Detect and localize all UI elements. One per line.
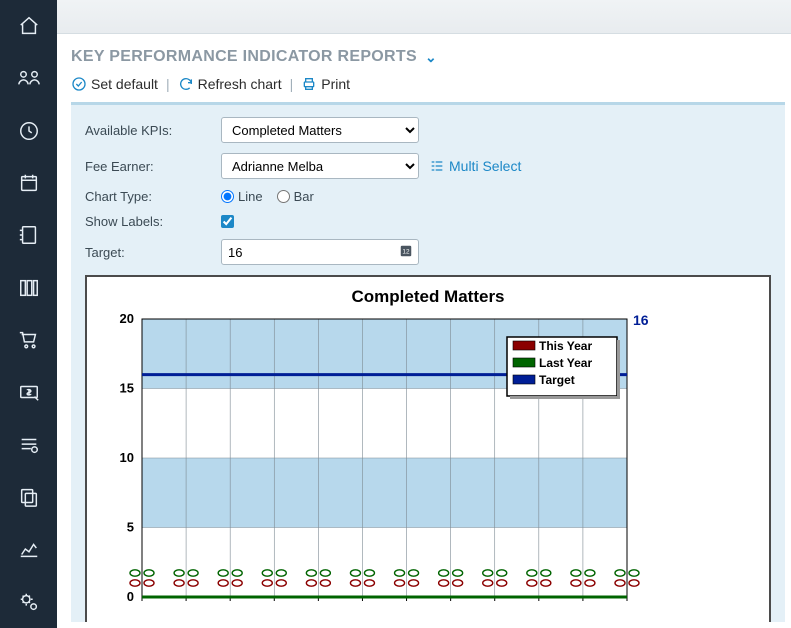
row-available-kpis: Available KPIs: Completed Matters	[85, 117, 771, 143]
page-header: KEY PERFORMANCE INDICATOR REPORTS ⌄	[57, 34, 791, 72]
nav-gears[interactable]	[0, 576, 57, 628]
page-title[interactable]: KEY PERFORMANCE INDICATOR REPORTS ⌄	[71, 48, 437, 66]
gears-icon	[18, 591, 40, 613]
top-tab-bar	[57, 0, 791, 34]
refresh-icon	[178, 76, 194, 92]
numeric-icon[interactable]: 12	[399, 244, 413, 258]
row-fee-earner: Fee Earner: Adrianne Melba Multi Select	[85, 153, 771, 179]
multi-select-icon	[429, 158, 445, 174]
set-default-label: Set default	[91, 76, 158, 92]
chart-type-line[interactable]: Line	[221, 189, 263, 204]
settings-list-icon	[18, 434, 40, 456]
multi-select-label: Multi Select	[449, 158, 521, 174]
svg-text:This Year: This Year	[539, 339, 592, 353]
books-icon	[18, 277, 40, 299]
radio-line[interactable]	[221, 190, 234, 203]
nav-calendar[interactable]	[0, 157, 57, 209]
show-labels-label: Show Labels:	[85, 214, 221, 229]
svg-text:0: 0	[127, 589, 134, 604]
refresh-button[interactable]: Refresh chart	[178, 76, 282, 92]
app-root: KEY PERFORMANCE INDICATOR REPORTS ⌄ Set …	[0, 0, 791, 628]
calendar-icon	[18, 172, 40, 194]
nav-books[interactable]	[0, 262, 57, 314]
chart-frame: Completed Matters 0 5 10 15 20 16 This Year Las…	[85, 275, 771, 622]
ledger-icon	[18, 224, 40, 246]
available-kpis-select[interactable]: Completed Matters	[221, 117, 419, 143]
nav-settings-list[interactable]	[0, 419, 57, 471]
radio-bar-label: Bar	[294, 189, 314, 204]
print-button[interactable]: Print	[301, 76, 350, 92]
separator: |	[164, 76, 172, 92]
svg-text:5: 5	[127, 520, 134, 535]
chevron-down-icon: ⌄	[425, 49, 437, 66]
target-input[interactable]	[221, 239, 419, 265]
fee-earner-select[interactable]: Adrianne Melba	[221, 153, 419, 179]
clock-icon	[18, 120, 40, 142]
chart-icon	[18, 538, 40, 560]
people-icon	[16, 67, 42, 89]
svg-text:12: 12	[402, 248, 410, 255]
toolbar: Set default | Refresh chart | Print	[57, 72, 791, 102]
show-labels-checkbox[interactable]	[221, 215, 234, 228]
print-icon	[301, 76, 317, 92]
chart-type-label: Chart Type:	[85, 189, 221, 204]
set-default-button[interactable]: Set default	[71, 76, 158, 92]
fee-earner-label: Fee Earner:	[85, 159, 221, 174]
svg-text:16: 16	[633, 312, 649, 328]
nav-chart[interactable]	[0, 523, 57, 575]
chart-title: Completed Matters	[87, 277, 769, 311]
radio-line-label: Line	[238, 189, 263, 204]
svg-text:10: 10	[120, 450, 134, 465]
money-icon	[18, 381, 40, 403]
row-target: Target: 12	[85, 239, 771, 265]
chart-type-group: Line Bar	[221, 189, 314, 204]
refresh-label: Refresh chart	[198, 76, 282, 92]
nav-people[interactable]	[0, 52, 57, 104]
print-label: Print	[321, 76, 350, 92]
page-title-text: KEY PERFORMANCE INDICATOR REPORTS	[71, 48, 417, 66]
chart-body: 0 5 10 15 20 16 This Year Last Year Target	[87, 311, 769, 611]
nav-money[interactable]	[0, 366, 57, 418]
available-kpis-label: Available KPIs:	[85, 123, 221, 138]
main: KEY PERFORMANCE INDICATOR REPORTS ⌄ Set …	[57, 0, 791, 628]
svg-text:20: 20	[120, 311, 134, 326]
chart-type-bar[interactable]: Bar	[277, 189, 314, 204]
separator: |	[288, 76, 296, 92]
nav-home[interactable]	[0, 0, 57, 52]
radio-bar[interactable]	[277, 190, 290, 203]
check-circle-icon	[71, 76, 87, 92]
target-label: Target:	[85, 245, 221, 260]
copy-icon	[18, 486, 40, 508]
chart-svg: 0 5 10 15 20 16 This Year Last Year Target	[87, 311, 657, 611]
nav-ledger[interactable]	[0, 209, 57, 261]
sidebar	[0, 0, 57, 628]
row-chart-type: Chart Type: Line Bar	[85, 189, 771, 204]
nav-clock[interactable]	[0, 105, 57, 157]
nav-cart[interactable]	[0, 314, 57, 366]
cart-icon	[18, 329, 40, 351]
svg-text:15: 15	[120, 381, 134, 396]
multi-select-button[interactable]: Multi Select	[429, 158, 521, 174]
home-icon	[18, 15, 40, 37]
content-panel: Available KPIs: Completed Matters Fee Ea…	[71, 102, 785, 622]
svg-text:Target: Target	[539, 373, 575, 387]
row-show-labels: Show Labels:	[85, 214, 771, 229]
nav-copy[interactable]	[0, 471, 57, 523]
svg-text:Last Year: Last Year	[539, 356, 592, 370]
